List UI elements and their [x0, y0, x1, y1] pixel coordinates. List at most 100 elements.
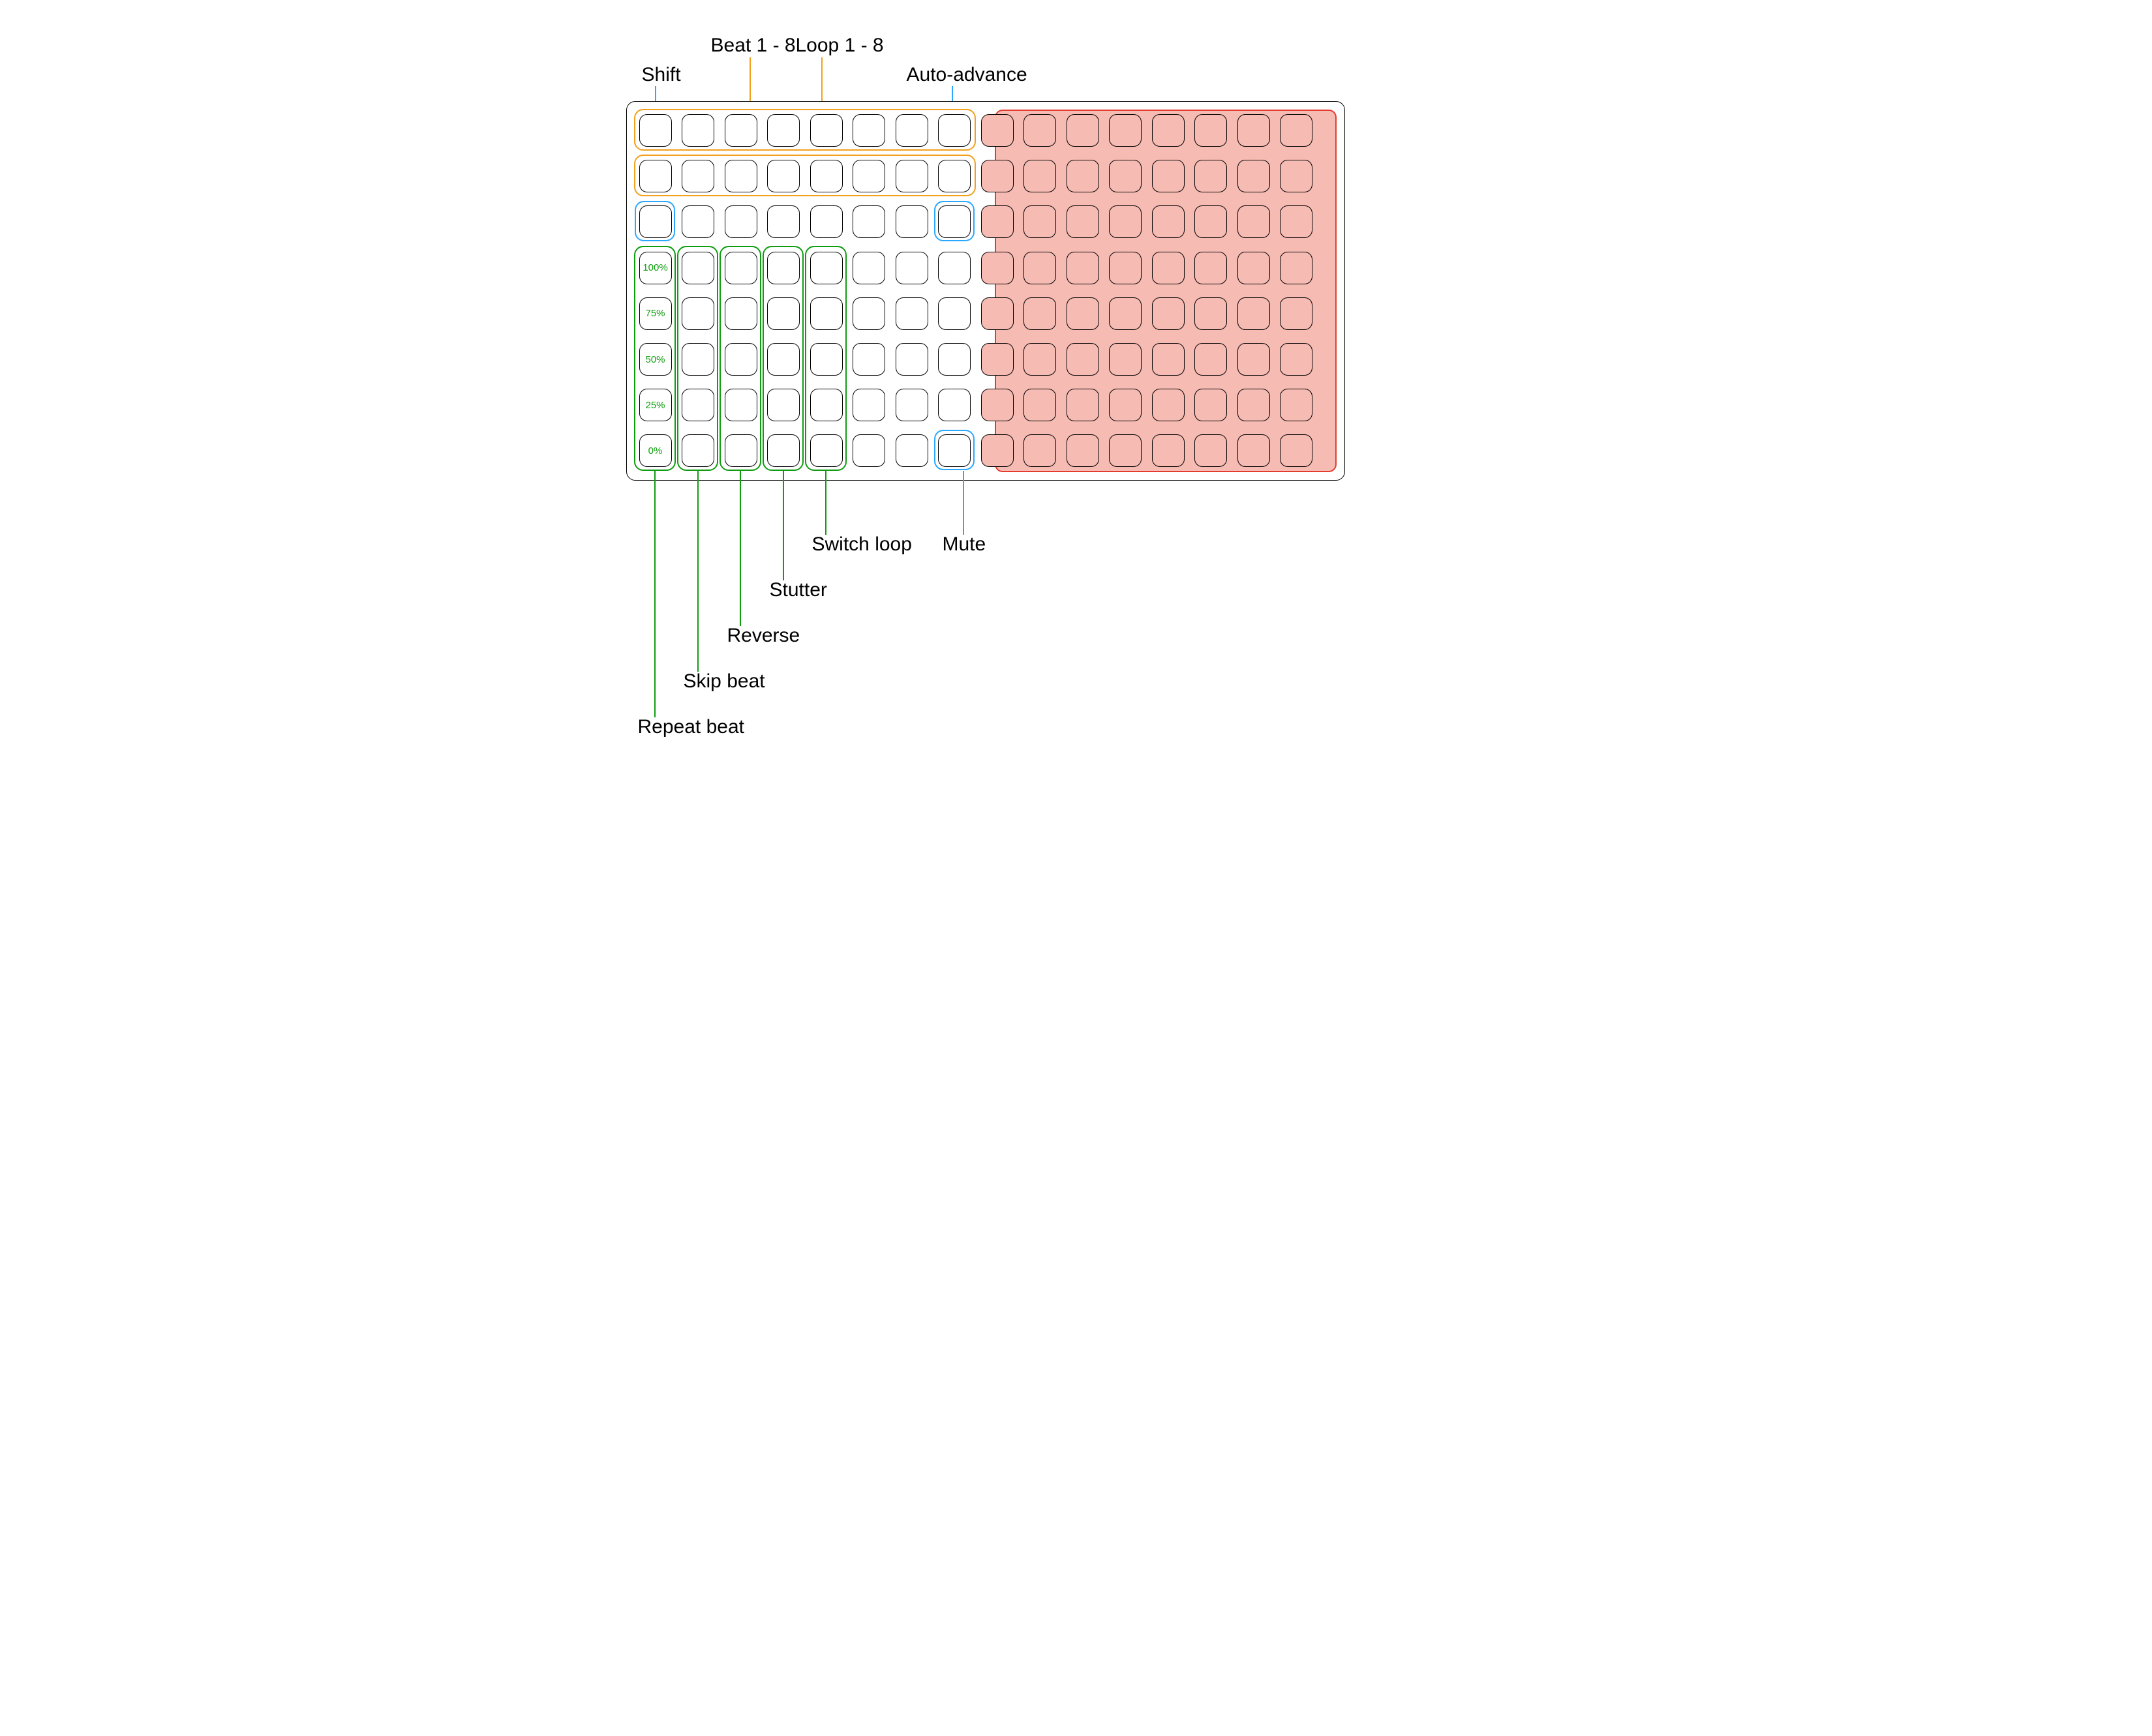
- pad-r4-c1[interactable]: 100%: [639, 252, 672, 284]
- pad-r4-c10[interactable]: [1023, 252, 1056, 284]
- pad-r2-c13[interactable]: [1152, 160, 1185, 192]
- pad-r5-c7[interactable]: [896, 297, 928, 330]
- pad-r6-c1[interactable]: 50%: [639, 343, 672, 376]
- pad-r6-c4[interactable]: [767, 343, 800, 376]
- pad-r3-c6[interactable]: [853, 205, 885, 238]
- pad-r1-c8[interactable]: [938, 114, 971, 147]
- pad-r7-c7[interactable]: [896, 389, 928, 421]
- pad-r1-c6[interactable]: [853, 114, 885, 147]
- pad-r7-c10[interactable]: [1023, 389, 1056, 421]
- pad-r1-c16[interactable]: [1280, 114, 1312, 147]
- pad-r7-c15[interactable]: [1237, 389, 1270, 421]
- pad-r8-c7[interactable]: [896, 434, 928, 467]
- pad-r4-c11[interactable]: [1067, 252, 1099, 284]
- pad-r6-c2[interactable]: [682, 343, 714, 376]
- pad-r5-c13[interactable]: [1152, 297, 1185, 330]
- pad-r2-c4[interactable]: [767, 160, 800, 192]
- pad-r5-c11[interactable]: [1067, 297, 1099, 330]
- pad-r8-c16[interactable]: [1280, 434, 1312, 467]
- pad-r8-c9[interactable]: [981, 434, 1014, 467]
- pad-r6-c10[interactable]: [1023, 343, 1056, 376]
- pad-r4-c4[interactable]: [767, 252, 800, 284]
- pad-r2-c6[interactable]: [853, 160, 885, 192]
- pad-r7-c1[interactable]: 25%: [639, 389, 672, 421]
- pad-r2-c9[interactable]: [981, 160, 1014, 192]
- pad-r5-c12[interactable]: [1109, 297, 1142, 330]
- pad-r3-c9[interactable]: [981, 205, 1014, 238]
- pad-r8-c11[interactable]: [1067, 434, 1099, 467]
- pad-r6-c7[interactable]: [896, 343, 928, 376]
- pad-r4-c9[interactable]: [981, 252, 1014, 284]
- pad-r2-c10[interactable]: [1023, 160, 1056, 192]
- pad-r6-c9[interactable]: [981, 343, 1014, 376]
- pad-r5-c14[interactable]: [1194, 297, 1227, 330]
- pad-r4-c15[interactable]: [1237, 252, 1270, 284]
- pad-r8-c15[interactable]: [1237, 434, 1270, 467]
- pad-r2-c12[interactable]: [1109, 160, 1142, 192]
- pad-r2-c11[interactable]: [1067, 160, 1099, 192]
- pad-r7-c2[interactable]: [682, 389, 714, 421]
- pad-r8-c1[interactable]: 0%: [639, 434, 672, 467]
- pad-r3-c16[interactable]: [1280, 205, 1312, 238]
- pad-r7-c9[interactable]: [981, 389, 1014, 421]
- pad-r5-c9[interactable]: [981, 297, 1014, 330]
- pad-r8-c5[interactable]: [810, 434, 843, 467]
- pad-r7-c12[interactable]: [1109, 389, 1142, 421]
- pad-r3-c10[interactable]: [1023, 205, 1056, 238]
- pad-r5-c5[interactable]: [810, 297, 843, 330]
- pad-r6-c12[interactable]: [1109, 343, 1142, 376]
- pad-r8-c8[interactable]: [938, 434, 971, 467]
- pad-r1-c10[interactable]: [1023, 114, 1056, 147]
- pad-r5-c10[interactable]: [1023, 297, 1056, 330]
- pad-r3-c5[interactable]: [810, 205, 843, 238]
- pad-r4-c12[interactable]: [1109, 252, 1142, 284]
- pad-r7-c8[interactable]: [938, 389, 971, 421]
- pad-r4-c3[interactable]: [725, 252, 757, 284]
- pad-r5-c6[interactable]: [853, 297, 885, 330]
- pad-r5-c16[interactable]: [1280, 297, 1312, 330]
- pad-r4-c5[interactable]: [810, 252, 843, 284]
- pad-r6-c16[interactable]: [1280, 343, 1312, 376]
- pad-r1-c5[interactable]: [810, 114, 843, 147]
- pad-r3-c4[interactable]: [767, 205, 800, 238]
- pad-r2-c7[interactable]: [896, 160, 928, 192]
- pad-r2-c3[interactable]: [725, 160, 757, 192]
- pad-r3-c15[interactable]: [1237, 205, 1270, 238]
- pad-r8-c2[interactable]: [682, 434, 714, 467]
- pad-r4-c8[interactable]: [938, 252, 971, 284]
- pad-r7-c11[interactable]: [1067, 389, 1099, 421]
- pad-r8-c4[interactable]: [767, 434, 800, 467]
- pad-r6-c13[interactable]: [1152, 343, 1185, 376]
- pad-r5-c8[interactable]: [938, 297, 971, 330]
- pad-r3-c14[interactable]: [1194, 205, 1227, 238]
- pad-r1-c13[interactable]: [1152, 114, 1185, 147]
- pad-r4-c13[interactable]: [1152, 252, 1185, 284]
- pad-r6-c8[interactable]: [938, 343, 971, 376]
- pad-r6-c6[interactable]: [853, 343, 885, 376]
- pad-r6-c11[interactable]: [1067, 343, 1099, 376]
- pad-r4-c7[interactable]: [896, 252, 928, 284]
- pad-r8-c13[interactable]: [1152, 434, 1185, 467]
- pad-r6-c14[interactable]: [1194, 343, 1227, 376]
- pad-r5-c1[interactable]: 75%: [639, 297, 672, 330]
- pad-r4-c16[interactable]: [1280, 252, 1312, 284]
- pad-r7-c16[interactable]: [1280, 389, 1312, 421]
- pad-r2-c1[interactable]: [639, 160, 672, 192]
- pad-r2-c14[interactable]: [1194, 160, 1227, 192]
- pad-r1-c3[interactable]: [725, 114, 757, 147]
- pad-r1-c12[interactable]: [1109, 114, 1142, 147]
- pad-r8-c3[interactable]: [725, 434, 757, 467]
- pad-r2-c16[interactable]: [1280, 160, 1312, 192]
- pad-r7-c5[interactable]: [810, 389, 843, 421]
- pad-r1-c2[interactable]: [682, 114, 714, 147]
- pad-r2-c2[interactable]: [682, 160, 714, 192]
- pad-r7-c13[interactable]: [1152, 389, 1185, 421]
- pad-r2-c5[interactable]: [810, 160, 843, 192]
- pad-r7-c6[interactable]: [853, 389, 885, 421]
- pad-r1-c1[interactable]: [639, 114, 672, 147]
- pad-r1-c7[interactable]: [896, 114, 928, 147]
- pad-r8-c10[interactable]: [1023, 434, 1056, 467]
- pad-r2-c8[interactable]: [938, 160, 971, 192]
- pad-r6-c5[interactable]: [810, 343, 843, 376]
- pad-r7-c3[interactable]: [725, 389, 757, 421]
